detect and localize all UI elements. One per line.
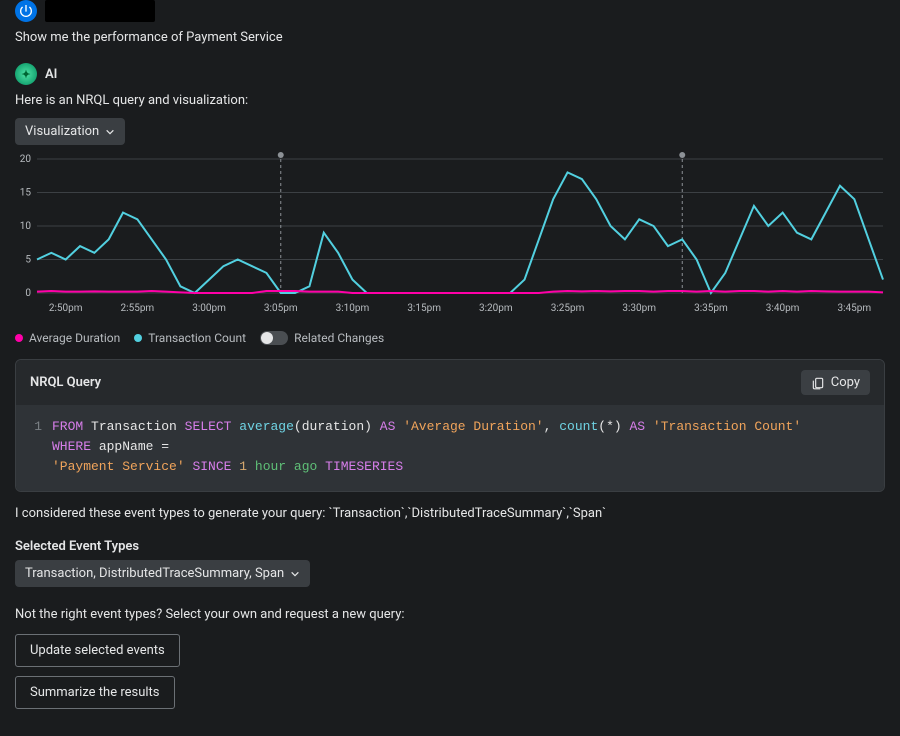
toggle-switch[interactable] (260, 331, 288, 345)
nrql-code-block[interactable]: 1 FROM Transaction SELECT average(durati… (16, 405, 884, 491)
selected-event-types-label: Selected Event Types (15, 539, 885, 554)
legend-transaction-count[interactable]: Transaction Count (134, 331, 246, 345)
svg-text:3:40pm: 3:40pm (766, 303, 800, 314)
svg-text:3:00pm: 3:00pm (192, 303, 226, 314)
update-selected-events-button[interactable]: Update selected events (15, 634, 180, 667)
chevron-down-icon (290, 569, 300, 579)
legend-related-label: Related Changes (294, 331, 384, 345)
svg-text:3:25pm: 3:25pm (551, 303, 585, 314)
svg-text:10: 10 (20, 221, 32, 232)
svg-text:15: 15 (20, 188, 32, 199)
legend-avg-duration[interactable]: Average Duration (15, 331, 120, 345)
svg-text:3:20pm: 3:20pm (479, 303, 513, 314)
chevron-down-icon (105, 127, 115, 137)
ai-label: AI (45, 67, 57, 82)
svg-text:3:30pm: 3:30pm (622, 303, 656, 314)
ai-icon: ✦ (15, 63, 37, 85)
event-types-dropdown[interactable]: Transaction, DistributedTraceSummary, Sp… (15, 560, 310, 587)
user-message: Show me the performance of Payment Servi… (15, 30, 885, 45)
svg-text:3:10pm: 3:10pm (336, 303, 370, 314)
chart-legend: Average Duration Transaction Count Relat… (15, 331, 885, 345)
svg-text:0: 0 (25, 288, 31, 299)
ai-intro: Here is an NRQL query and visualization: (15, 93, 885, 108)
code-line-number: 1 (26, 417, 52, 437)
svg-text:3:45pm: 3:45pm (837, 303, 871, 314)
svg-text:3:15pm: 3:15pm (407, 303, 441, 314)
event-types-value: Transaction, DistributedTraceSummary, Sp… (25, 566, 284, 581)
legend-avg-label: Average Duration (29, 331, 120, 345)
code-body: FROM Transaction SELECT average(duration… (52, 417, 847, 477)
copy-button-label: Copy (831, 375, 860, 390)
user-avatar (15, 0, 37, 22)
visualization-dropdown[interactable]: Visualization (15, 118, 125, 145)
svg-text:5: 5 (25, 255, 31, 266)
chart: 0 5 10 15 20 2:50pm 2:55pm 3:00pm 3:05pm 3:10pm 3:… (15, 151, 885, 321)
related-changes-toggle[interactable]: Related Changes (260, 331, 384, 345)
summarize-results-button[interactable]: Summarize the results (15, 676, 175, 709)
svg-text:2:55pm: 2:55pm (121, 303, 155, 314)
visualization-dropdown-label: Visualization (25, 124, 99, 139)
legend-dot-cyan (134, 334, 142, 342)
svg-text:20: 20 (20, 154, 32, 165)
svg-text:3:05pm: 3:05pm (264, 303, 298, 314)
copy-button[interactable]: Copy (801, 370, 870, 395)
nrql-query-title: NRQL Query (30, 375, 101, 390)
legend-count-label: Transaction Count (148, 331, 246, 345)
considered-note: I considered these event types to genera… (15, 506, 885, 521)
power-icon (18, 3, 34, 19)
user-name-redacted (45, 0, 155, 22)
clipboard-icon (811, 376, 825, 390)
legend-dot-magenta (15, 334, 23, 342)
svg-text:3:35pm: 3:35pm (694, 303, 728, 314)
svg-text:2:50pm: 2:50pm (49, 303, 83, 314)
chart-svg: 0 5 10 15 20 2:50pm 2:55pm 3:00pm 3:05pm 3:10pm 3:… (15, 151, 885, 321)
nrql-query-card: NRQL Query Copy 1 FROM Transaction SELEC… (15, 359, 885, 492)
event-types-hint: Not the right event types? Select your o… (15, 607, 885, 622)
